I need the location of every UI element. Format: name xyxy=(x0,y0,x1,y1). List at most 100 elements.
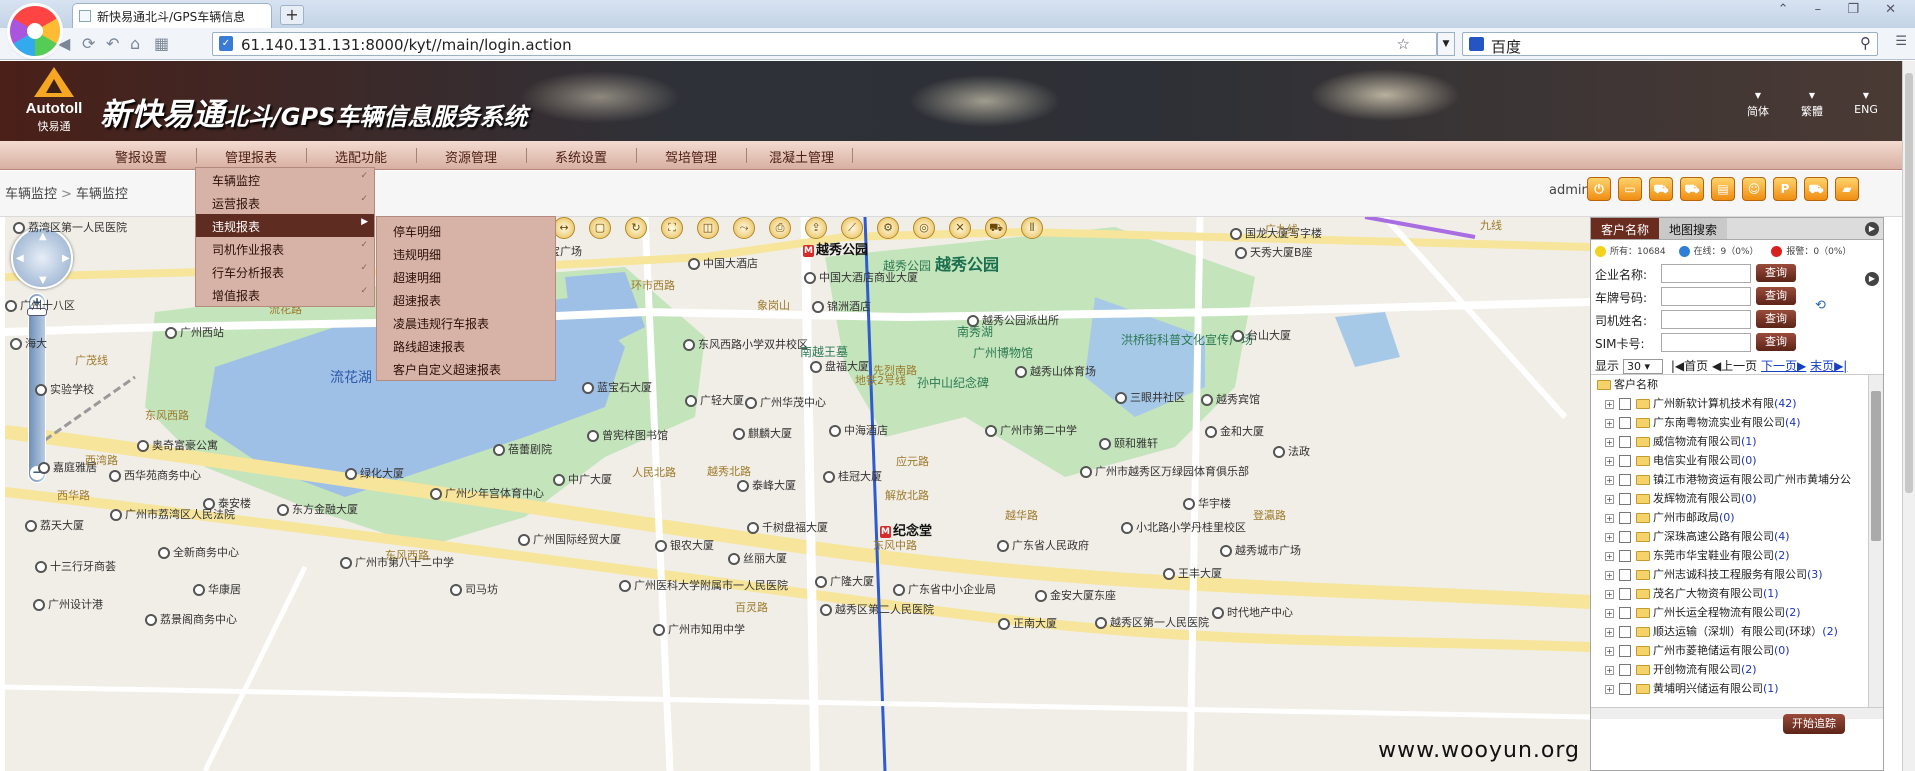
map-label[interactable]: 越秀区第二人民医院 xyxy=(820,601,934,617)
customer-checkbox[interactable] xyxy=(1619,512,1631,524)
customer-tree-item[interactable]: + 广州市菱艳储运有限公司(0) xyxy=(1591,639,1883,658)
menu-concrete-management[interactable]: 混凝土管理 xyxy=(769,147,834,166)
grid-icon[interactable]: ▦ xyxy=(154,34,169,53)
tree-root[interactable]: 客户名称 xyxy=(1591,375,1883,392)
breadcrumb-item[interactable]: 车辆监控 xyxy=(5,187,57,202)
map-label[interactable]: 广州市第二中学 xyxy=(985,422,1077,438)
browser-logo-icon[interactable] xyxy=(10,6,60,56)
tab-map-search[interactable]: 地图搜索 xyxy=(1659,218,1728,239)
customer-checkbox[interactable] xyxy=(1619,493,1631,505)
refresh-icon[interactable]: ⟳ xyxy=(82,34,95,53)
expand-icon[interactable]: + xyxy=(1605,608,1614,618)
map-label[interactable]: 小北路小学丹桂里校区 xyxy=(1121,519,1246,535)
expand-icon[interactable]: + xyxy=(1605,665,1614,675)
expand-icon[interactable]: + xyxy=(1605,399,1614,409)
customer-tree-item[interactable]: + 东莞市华宝鞋业有限公司(2) xyxy=(1591,544,1883,563)
layer-icon[interactable]: ◫ xyxy=(697,217,719,239)
lang-traditional[interactable]: ▼ 繁體 xyxy=(1785,91,1839,119)
map-label[interactable]: 颐和雅轩 xyxy=(1099,435,1158,451)
customer-checkbox[interactable] xyxy=(1619,645,1631,657)
star-icon[interactable]: ☆ xyxy=(1397,35,1410,53)
undo-icon[interactable]: ↶ xyxy=(106,34,119,53)
prev-page-link[interactable]: ◀上一页 xyxy=(1712,359,1757,373)
plate-query-button[interactable]: 查询 xyxy=(1756,287,1796,305)
address-dropdown-button[interactable]: ▼ xyxy=(1437,32,1455,56)
last-page-link[interactable]: 末页▶| xyxy=(1810,359,1847,373)
map-label[interactable]: 司马坊 xyxy=(450,581,498,597)
customer-checkbox[interactable] xyxy=(1619,664,1631,676)
close-icon[interactable]: ✕ xyxy=(949,217,971,239)
map-label[interactable]: 越秀区第一人民医院 xyxy=(1095,614,1209,630)
refresh-list-icon[interactable]: ⟲ xyxy=(1815,298,1826,313)
person-icon[interactable]: ☺ xyxy=(1742,177,1766,201)
map-label[interactable]: 广州设计港 xyxy=(33,596,103,612)
map-label[interactable]: 时代地产中心 xyxy=(1212,604,1293,620)
new-tab-button[interactable]: + xyxy=(280,5,304,25)
menu-resource-management[interactable]: 资源管理 xyxy=(445,147,497,166)
customer-checkbox[interactable] xyxy=(1619,550,1631,562)
expand-icon[interactable]: + xyxy=(1605,437,1614,447)
tree-scrollbar[interactable] xyxy=(1868,375,1883,707)
map-label[interactable]: 广州十八区 xyxy=(5,297,75,313)
plate-number-input[interactable] xyxy=(1661,287,1751,306)
map-label[interactable]: 广州西站 xyxy=(165,324,224,340)
car-icon[interactable]: ⛟ xyxy=(985,217,1007,239)
map-label[interactable]: 广州市荔湾区人民法院 xyxy=(110,506,235,522)
map-label[interactable]: 荔景阁商务中心 xyxy=(145,611,237,627)
expand-icon[interactable]: + xyxy=(1605,475,1614,485)
customer-tree-item[interactable]: + 茂名广大物资有限公司(1) xyxy=(1591,582,1883,601)
fullscreen-icon[interactable]: ⛶ xyxy=(661,217,683,239)
expand-icon[interactable]: + xyxy=(1605,418,1614,428)
window-controls[interactable]: ⌃ – ❐ ✕ xyxy=(1778,2,1907,17)
driver-name-input[interactable] xyxy=(1661,310,1751,329)
map-label[interactable]: 全新商务中心 xyxy=(158,544,239,560)
map-label[interactable]: 奥奇富豪公寓 xyxy=(137,437,218,453)
customer-checkbox[interactable] xyxy=(1619,683,1631,695)
map-label[interactable]: 蓓蕾剧院 xyxy=(493,441,552,457)
map-label[interactable]: 麒麟大厦 xyxy=(733,425,792,441)
submenu-speeding-report[interactable]: 超速报表 xyxy=(377,288,555,311)
map-label[interactable]: 海大 xyxy=(10,335,47,351)
map-label[interactable]: 华康居 xyxy=(193,581,241,597)
map-label[interactable]: 华宇楼 xyxy=(1183,495,1231,511)
sim-query-button[interactable]: 查询 xyxy=(1756,333,1796,351)
map-label[interactable]: 广州华茂中心 xyxy=(745,394,826,410)
customer-checkbox[interactable] xyxy=(1619,398,1631,410)
submenu-parking-detail[interactable]: 停车明细 xyxy=(377,219,555,242)
customer-tree-item[interactable]: + 顺达运输（深圳）有限公司(环球）(2) xyxy=(1591,620,1883,639)
customer-tree-item[interactable]: + 镇江市港物资运有限公司广州市黄埔分公 xyxy=(1591,468,1883,487)
export-icon[interactable]: ⇪ xyxy=(805,217,827,239)
browser-search-input[interactable]: 百度 ⚲ xyxy=(1462,32,1878,56)
map-label[interactable]: 广东省中小企业局 xyxy=(893,581,996,597)
map-label[interactable]: 越秀城市广场 xyxy=(1220,542,1301,558)
submenu-speeding-detail[interactable]: 超速明细 xyxy=(377,265,555,288)
map-label[interactable]: 银农大厦 xyxy=(655,537,714,553)
map-label[interactable]: 丝丽大厦 xyxy=(728,550,787,566)
refresh-map-icon[interactable]: ↻ xyxy=(625,217,647,239)
settings-icon[interactable]: ⚙ xyxy=(877,217,899,239)
dropdown-driving-analysis[interactable]: 行车分析报表 ✓ xyxy=(196,260,374,283)
print-icon[interactable]: ⎙ xyxy=(769,217,791,239)
customer-tree-item[interactable]: + 广州志诚科技工程服务有限公司(3) xyxy=(1591,563,1883,582)
customer-tree-item[interactable]: + 黄埔明兴储运有限公司(1) xyxy=(1591,677,1883,696)
back-icon[interactable]: ◀ xyxy=(58,34,70,53)
vehicle-icon[interactable]: ⛟ xyxy=(1649,177,1673,201)
customer-tree-item[interactable]: + 广州长运全程物流有限公司(2) xyxy=(1591,601,1883,620)
customer-checkbox[interactable] xyxy=(1619,474,1631,486)
map-label[interactable]: 广州市越秀区万绿园体育俱乐部 xyxy=(1080,463,1249,479)
submenu-violation-detail[interactable]: 违规明细 xyxy=(377,242,555,265)
menu-alarm-settings[interactable]: 警报设置 xyxy=(115,147,167,166)
tab-customer-name[interactable]: 客户名称 xyxy=(1591,218,1660,239)
map-label[interactable]: 东风西路小学双井校区 xyxy=(683,336,808,352)
map-label[interactable]: 广州市知用中学 xyxy=(653,621,745,637)
map-label[interactable]: 广轻大厦 xyxy=(685,392,744,408)
map-label[interactable]: 正南大厦 xyxy=(998,615,1057,631)
area-icon[interactable]: ▢ xyxy=(589,217,611,239)
expand-icon[interactable]: + xyxy=(1605,684,1614,694)
folder-icon[interactable]: ▰ xyxy=(1835,177,1859,201)
customer-checkbox[interactable] xyxy=(1619,626,1631,638)
home-icon[interactable]: ⌂ xyxy=(130,34,140,53)
map-label[interactable]: 天秀大厦B座 xyxy=(1235,244,1313,260)
customer-checkbox[interactable] xyxy=(1619,455,1631,467)
submenu-early-morning-report[interactable]: 凌晨违规行车报表 xyxy=(377,311,555,334)
